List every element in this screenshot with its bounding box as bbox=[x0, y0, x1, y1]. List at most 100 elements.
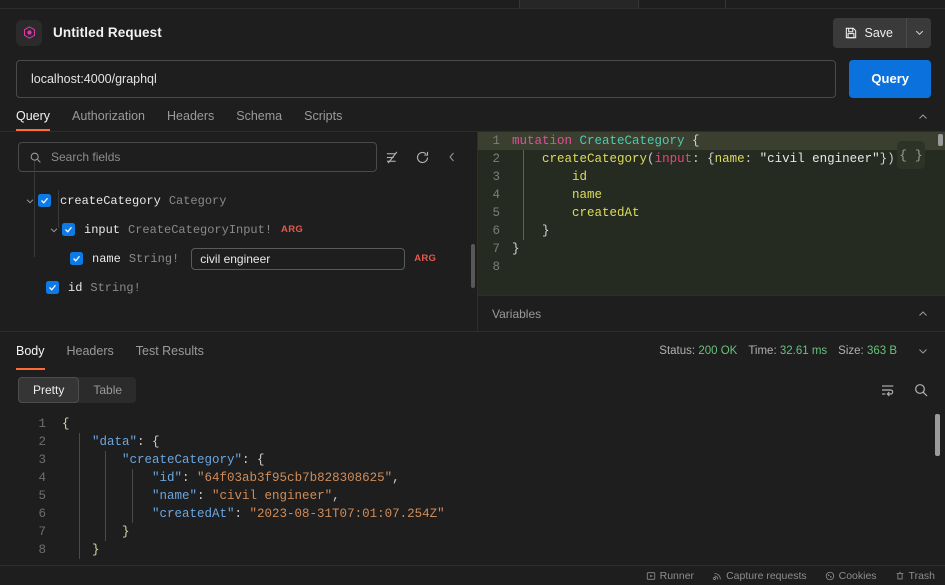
tree-field-name: input bbox=[84, 222, 121, 237]
tab-headers[interactable]: Headers bbox=[167, 109, 214, 131]
page-title: Untitled Request bbox=[53, 25, 162, 40]
code-line-number: 4 bbox=[492, 188, 500, 202]
tree-field-name: id bbox=[68, 280, 83, 295]
response-body-viewer[interactable]: 1{2 "data": {3 "createCategory": {4 "id"… bbox=[0, 410, 945, 559]
response-tab-test-results[interactable]: Test Results bbox=[136, 332, 204, 370]
view-mode-table[interactable]: Table bbox=[79, 377, 136, 403]
tab-schema[interactable]: Schema bbox=[236, 109, 282, 131]
response-scrollbar[interactable] bbox=[935, 414, 940, 456]
tree-field-type: CreateCategoryInput! bbox=[128, 222, 273, 237]
chevron-down-icon[interactable] bbox=[46, 225, 62, 235]
json-line: 2 "data": { bbox=[0, 433, 945, 451]
chevron-down-icon[interactable] bbox=[22, 196, 38, 206]
graphql-code-editor[interactable]: 1 mutation CreateCategory {2 createCatego… bbox=[478, 132, 945, 295]
json-line-text: "id": "64f03ab3f95cb7b828308625", bbox=[152, 471, 400, 485]
fields-search-row: Search fields bbox=[0, 132, 477, 172]
response-tab-headers[interactable]: Headers bbox=[67, 332, 114, 370]
braces-icon[interactable]: { } bbox=[897, 141, 925, 169]
json-line: 8 } bbox=[0, 541, 945, 559]
size-value: 363 B bbox=[866, 345, 897, 357]
json-line-number: 3 bbox=[38, 453, 46, 467]
capture-requests-button[interactable]: Capture requests bbox=[712, 570, 807, 582]
code-line: 1 mutation CreateCategory { bbox=[478, 132, 945, 150]
chevron-down-icon[interactable] bbox=[917, 345, 929, 357]
request-header: Untitled Request Save bbox=[0, 9, 945, 56]
checkbox-id[interactable] bbox=[46, 281, 59, 294]
json-line-number: 7 bbox=[38, 525, 46, 539]
word-wrap-icon[interactable] bbox=[880, 382, 896, 398]
json-line-number: 4 bbox=[38, 471, 46, 485]
variables-label: Variables bbox=[492, 306, 542, 321]
tab-strip-gap bbox=[520, 0, 638, 8]
send-query-button[interactable]: Query bbox=[849, 59, 931, 98]
chevron-up-icon bbox=[917, 111, 929, 123]
time-label: Time: bbox=[748, 345, 777, 357]
cookies-button[interactable]: Cookies bbox=[825, 570, 877, 582]
request-tabs: Query Authorization Headers Schema Scrip… bbox=[0, 101, 945, 131]
tree-field-name: createCategory bbox=[60, 193, 161, 208]
response-tab-body[interactable]: Body bbox=[16, 332, 45, 370]
code-line-number: 6 bbox=[492, 224, 500, 238]
tree-row-name[interactable]: name String! civil engineer ARG bbox=[22, 244, 477, 273]
filter-sort-icon[interactable] bbox=[377, 150, 407, 165]
tab-authorization[interactable]: Authorization bbox=[72, 109, 145, 131]
capture-requests-label: Capture requests bbox=[726, 569, 807, 582]
chevron-up-icon[interactable] bbox=[917, 308, 929, 320]
status-label: Status: bbox=[659, 345, 696, 357]
tree-field-type: String! bbox=[90, 280, 141, 295]
tree-row-id[interactable]: id String! bbox=[22, 273, 477, 302]
runner-icon bbox=[646, 571, 656, 581]
tab-query[interactable]: Query bbox=[16, 109, 51, 131]
checkbox-input[interactable] bbox=[62, 223, 75, 236]
code-line: 6 } bbox=[478, 222, 945, 240]
save-options-button[interactable] bbox=[906, 17, 931, 48]
arg-value-input[interactable]: civil engineer bbox=[191, 247, 406, 270]
search-icon[interactable] bbox=[913, 382, 929, 398]
variables-section-header[interactable]: Variables bbox=[478, 295, 945, 331]
response-tabs-row: Body Headers Test Results Status: 200 OK… bbox=[0, 331, 945, 370]
fields-panel-scrollbar[interactable] bbox=[471, 244, 475, 288]
json-line: 1{ bbox=[0, 415, 945, 433]
json-line-text: { bbox=[62, 417, 70, 431]
editor-scrollbar[interactable] bbox=[938, 134, 943, 146]
tree-row-input[interactable]: input CreateCategoryInput! ARG bbox=[22, 215, 477, 244]
code-line-number: 5 bbox=[492, 206, 500, 220]
json-line-number: 5 bbox=[38, 489, 46, 503]
tree-row-createCategory[interactable]: createCategory Category bbox=[22, 186, 477, 215]
tab-strip-segment[interactable] bbox=[638, 0, 726, 8]
code-line-text: mutation CreateCategory { bbox=[512, 134, 700, 148]
url-input[interactable]: localhost:4000/graphql bbox=[16, 59, 837, 98]
trash-icon bbox=[895, 571, 905, 581]
code-line-number: 2 bbox=[492, 152, 500, 166]
tab-strip-segment[interactable] bbox=[0, 0, 520, 8]
checkbox-createCategory[interactable] bbox=[38, 194, 51, 207]
tab-scripts[interactable]: Scripts bbox=[304, 109, 342, 131]
search-input[interactable]: Search fields bbox=[18, 142, 377, 172]
collapse-request-section-button[interactable] bbox=[917, 111, 929, 123]
code-line: 5 createdAt bbox=[478, 204, 945, 222]
chevron-down-icon bbox=[914, 27, 925, 38]
code-line: 8 bbox=[478, 258, 945, 276]
size-group: Size: 363 B bbox=[838, 345, 897, 357]
runner-button[interactable]: Runner bbox=[646, 570, 694, 582]
trash-button[interactable]: Trash bbox=[895, 570, 935, 582]
tab-strip-segment[interactable] bbox=[726, 0, 945, 8]
json-line: 4 "id": "64f03ab3f95cb7b828308625", bbox=[0, 469, 945, 487]
code-line: 4 name bbox=[478, 186, 945, 204]
time-value: 32.61 ms bbox=[779, 345, 828, 357]
tree-field-name: name bbox=[92, 251, 121, 266]
search-input-placeholder: Search fields bbox=[51, 150, 121, 164]
arg-badge: ARG bbox=[281, 224, 304, 235]
json-line-number: 2 bbox=[38, 435, 46, 449]
trash-label: Trash bbox=[908, 569, 935, 582]
json-fold-guide bbox=[132, 469, 133, 523]
refresh-icon[interactable] bbox=[407, 150, 437, 165]
chevron-left-icon[interactable] bbox=[437, 151, 467, 163]
json-line: 3 "createCategory": { bbox=[0, 451, 945, 469]
status-group: Status: 200 OK bbox=[659, 345, 737, 357]
code-line-text: } bbox=[512, 242, 520, 256]
checkbox-name[interactable] bbox=[70, 252, 83, 265]
view-mode-pretty[interactable]: Pretty bbox=[18, 377, 80, 403]
save-button[interactable]: Save bbox=[832, 17, 906, 48]
json-line-text: } bbox=[62, 543, 100, 557]
